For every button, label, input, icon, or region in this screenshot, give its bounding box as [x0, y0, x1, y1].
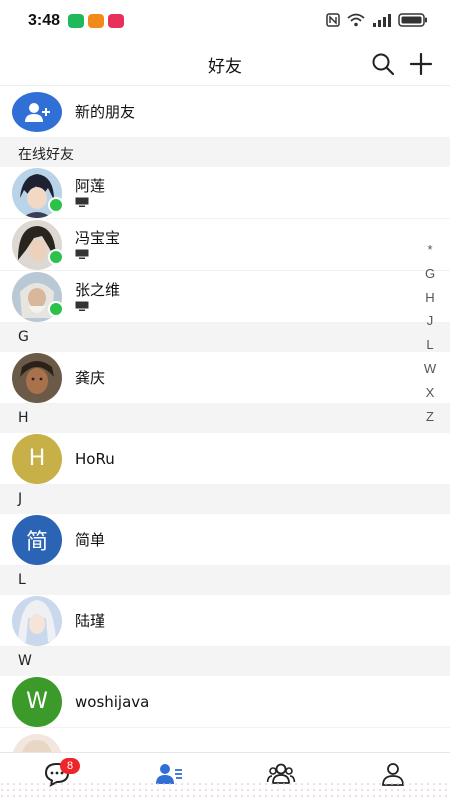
- gesture-bar: [0, 782, 450, 800]
- online-friend-row[interactable]: 阿莲: [0, 167, 450, 219]
- desktop-icon: [75, 197, 89, 207]
- index-letter[interactable]: *: [422, 242, 438, 266]
- section-title: 在线好友: [18, 147, 74, 163]
- app-notification-icon: [108, 14, 124, 28]
- index-letter[interactable]: G: [422, 266, 438, 290]
- contact-name: 陆瑾: [75, 612, 106, 630]
- section-letter: W: [18, 653, 32, 669]
- avatar-initial: W: [26, 689, 48, 714]
- section-header-g: G: [0, 323, 450, 352]
- index-letter[interactable]: W: [422, 361, 438, 385]
- online-status-indicator: [48, 301, 64, 317]
- online-status-indicator: [48, 197, 64, 213]
- contact-row[interactable]: 龚庆: [0, 352, 450, 404]
- signal-icon: [373, 14, 391, 27]
- index-letter[interactable]: X: [422, 385, 438, 409]
- status-bar: 3:48: [0, 0, 450, 42]
- section-header-h: H: [0, 404, 450, 433]
- desktop-icon: [75, 301, 89, 311]
- avatar-initial: H: [28, 446, 46, 471]
- section-letter: G: [18, 329, 29, 345]
- unread-messages-badge: 8: [60, 758, 80, 774]
- notification-icons: [68, 14, 124, 28]
- contact-name: 龚庆: [75, 369, 106, 387]
- section-letter: L: [18, 572, 26, 588]
- avatar-initial: 简: [25, 529, 48, 555]
- desktop-icon: [75, 249, 89, 259]
- contact-name: 阿莲: [75, 177, 106, 195]
- contact-name: HoRu: [75, 449, 115, 468]
- section-letter: J: [18, 491, 23, 507]
- contact-row[interactable]: W woshijava: [0, 676, 450, 728]
- index-letter[interactable]: Z: [422, 409, 438, 433]
- wechat-notification-icon: [68, 14, 84, 28]
- index-letter[interactable]: L: [422, 337, 438, 361]
- contact-row[interactable]: 简 简单: [0, 514, 450, 566]
- online-status-indicator: [48, 249, 64, 265]
- index-letter[interactable]: H: [422, 290, 438, 314]
- section-header-w: W: [0, 647, 450, 676]
- avatar: [12, 352, 62, 403]
- avatar: 简: [12, 514, 62, 565]
- contact-row[interactable]: 陆瑾: [0, 595, 450, 647]
- avatar: [12, 595, 62, 646]
- section-header-l: L: [0, 566, 450, 595]
- app-notification-icon: [88, 14, 104, 28]
- wifi-icon: [347, 13, 365, 27]
- status-time: 3:48: [28, 12, 61, 29]
- section-header-j: J: [0, 485, 450, 514]
- plus-icon[interactable]: [408, 51, 434, 77]
- contact-name: 冯宝宝: [75, 229, 121, 247]
- add-user-icon: [12, 91, 62, 132]
- contact-name: woshijava: [75, 692, 150, 711]
- avatar: H: [12, 433, 62, 484]
- nfc-icon: [326, 13, 340, 27]
- contact-list: 新的朋友 在线好友 阿莲 冯宝宝 张之维 G 龚庆 H H HoRu J 简 简…: [0, 86, 450, 784]
- battery-icon: [398, 13, 427, 27]
- status-indicators: [326, 13, 428, 27]
- section-header-online: 在线好友: [0, 138, 450, 167]
- section-letter: H: [18, 410, 29, 426]
- contact-row[interactable]: H HoRu: [0, 433, 450, 485]
- online-friend-row[interactable]: 张之维: [0, 271, 450, 323]
- contact-name: 张之维: [75, 281, 121, 299]
- new-friend-row[interactable]: 新的朋友: [0, 86, 450, 138]
- contact-name: 简单: [75, 531, 106, 549]
- alphabet-index-bar[interactable]: * G H J L W X Z: [422, 242, 438, 432]
- search-icon[interactable]: [370, 51, 396, 77]
- new-friend-label: 新的朋友: [75, 103, 136, 121]
- index-letter[interactable]: J: [422, 313, 438, 337]
- top-navigation-bar: 好友: [0, 42, 450, 86]
- avatar: W: [12, 676, 62, 727]
- online-friend-row[interactable]: 冯宝宝: [0, 219, 450, 271]
